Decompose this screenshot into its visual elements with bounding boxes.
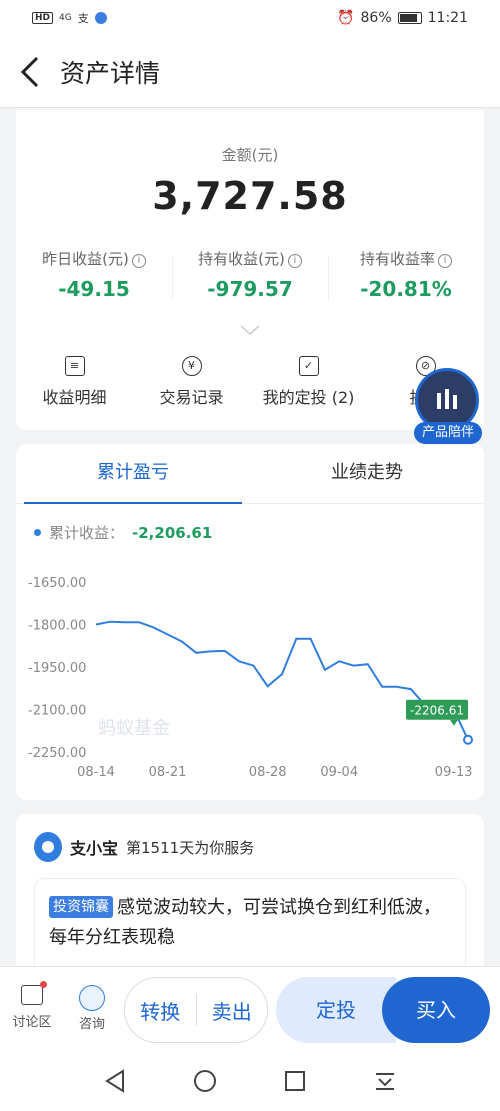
bottom-action-bar: 讨论区 咨询 转换 卖出 定投 买入 xyxy=(0,966,500,1056)
page-title: 资产详情 xyxy=(60,58,161,88)
chevron-left-icon xyxy=(20,56,39,87)
tab-cumulative-pnl[interactable]: 累计盈亏 xyxy=(16,444,250,504)
assistant-days: 第1511天为你服务 xyxy=(126,838,255,857)
stat-yesterday[interactable]: 昨日收益(元) i -49.15 xyxy=(16,248,172,308)
nav-recent-icon[interactable] xyxy=(275,1070,315,1098)
dingtou-button[interactable]: 定投 xyxy=(276,977,396,1043)
info-icon[interactable]: i xyxy=(131,254,146,268)
nav-back-icon[interactable] xyxy=(95,1068,135,1099)
buy-button[interactable]: 买入 xyxy=(382,977,490,1043)
stat-label: 持有收益率 i xyxy=(328,248,484,269)
stat-value: -979.57 xyxy=(207,277,293,301)
assistant-name: 支小宝 xyxy=(70,839,119,858)
action-label: 收益明细 xyxy=(42,388,107,407)
switch-button[interactable]: 转换 xyxy=(125,996,196,1025)
y-tick-label: -2250.00 xyxy=(28,746,86,761)
stat-label: 持有收益(元) i xyxy=(172,248,328,269)
stats-row: 昨日收益(元) i -49.15 持有收益(元) i -979.57 持有收益率 i … xyxy=(16,248,484,308)
discuss-label: 讨论区 xyxy=(12,1015,52,1030)
assistant-avatar-icon xyxy=(34,832,62,862)
legend-value: -2,206.61 xyxy=(132,523,213,542)
action-income-detail[interactable]: ≡ 收益明细 xyxy=(16,356,133,416)
stat-value: -20.81% xyxy=(360,277,452,301)
x-tick-label: 08-21 xyxy=(149,765,187,780)
chat-icon xyxy=(21,981,47,1005)
notification-dot xyxy=(40,981,47,988)
y-tick-label: -1650.00 xyxy=(28,576,86,591)
document-icon: ≡ xyxy=(64,356,85,376)
legend-label: 累计收益： xyxy=(49,524,125,542)
info-icon[interactable]: i xyxy=(287,254,302,268)
y-tick-label: -1800.00 xyxy=(28,619,86,634)
assistant-icon xyxy=(79,985,105,1011)
info-icon[interactable]: i xyxy=(438,254,452,268)
y-tick-label: -2100.00 xyxy=(28,704,86,719)
amount-value: 3,727.58 xyxy=(152,174,348,218)
consult-button[interactable]: 咨询 xyxy=(70,985,114,1032)
hd-icon: HD xyxy=(32,12,54,24)
battery-icon xyxy=(397,12,422,24)
alipay-icon: 支 xyxy=(77,12,89,25)
chart-tabs: 累计盈亏 业绩走势 xyxy=(16,444,484,504)
chevron-down-icon[interactable] xyxy=(238,320,262,336)
app-notification-icon xyxy=(94,12,107,24)
status-right: ⏰ 86% 11:21 xyxy=(337,10,468,26)
consult-label: 咨询 xyxy=(78,1017,105,1032)
clock: 11:21 xyxy=(427,10,468,26)
chart-card: 累计盈亏 业绩走势 累计收益： -2,206.61 -1650.00 -1800.… xyxy=(16,444,484,800)
end-label-pointer xyxy=(450,719,458,726)
cumulative-pnl-chart[interactable]: -1650.00 -1800.00 -1950.00 -2100.00 -2250.00… xyxy=(16,564,484,784)
header: 资产详情 xyxy=(0,36,500,108)
battery-percent: 86% xyxy=(360,10,392,26)
x-tick-label: 08-28 xyxy=(249,765,287,780)
tab-performance-trend[interactable]: 业绩走势 xyxy=(250,444,484,503)
status-left: HD 4G 支 xyxy=(32,10,107,26)
action-trade-record[interactable]: ¥ 交易记录 xyxy=(133,356,250,416)
stat-label-text: 持有收益率 xyxy=(359,250,435,268)
end-label-text: -2206.61 xyxy=(410,704,464,718)
stat-holding[interactable]: 持有收益(元) i -979.57 xyxy=(172,248,328,308)
x-tick-label: 09-04 xyxy=(320,765,358,780)
assistant-head: 支小宝 第1511天为你服务 xyxy=(34,832,254,862)
discuss-button[interactable]: 讨论区 xyxy=(10,981,54,1030)
system-nav-bar xyxy=(0,1056,500,1111)
status-bar: HD 4G 支 ⏰ 86% 11:21 xyxy=(0,0,500,36)
x-tick-label: 08-14 xyxy=(77,765,115,780)
x-tick-label: 09-13 xyxy=(435,765,473,780)
product-companion-badge[interactable]: 产品陪伴 xyxy=(412,368,482,446)
stat-label: 昨日收益(元) i xyxy=(16,248,172,269)
legend-dot xyxy=(34,529,41,536)
product-companion-label: 产品陪伴 xyxy=(414,422,482,444)
stat-holding-rate[interactable]: 持有收益率 i -20.81% xyxy=(328,248,484,308)
action-label: 我的定投 (2) xyxy=(262,388,355,407)
calendar-icon: ✓ xyxy=(298,356,319,376)
nav-notification-icon[interactable] xyxy=(365,1070,405,1098)
action-my-dingtou[interactable]: ✓ 我的定投 (2) xyxy=(250,356,367,416)
yen-icon: ¥ xyxy=(181,356,202,376)
action-label: 交易记录 xyxy=(159,388,224,407)
alarm-icon: ⏰ xyxy=(337,10,355,26)
chart-legend: 累计收益： -2,206.61 xyxy=(34,522,212,543)
switch-sell-group: 转换 卖出 xyxy=(124,977,268,1043)
sell-button[interactable]: 卖出 xyxy=(197,996,268,1025)
stat-value: -49.15 xyxy=(58,277,130,301)
amount-label: 金额(元) xyxy=(221,146,279,164)
end-point xyxy=(463,734,473,745)
signal-icon: 4G xyxy=(59,13,72,23)
stat-label-text: 持有收益(元) xyxy=(198,250,285,268)
back-button[interactable] xyxy=(0,36,60,108)
assistant-card: 支小宝 第1511天为你服务 投资锦囊 感觉波动较大，可尝试换仓到红利低波，每年分… xyxy=(16,814,484,988)
y-tick-label: -1950.00 xyxy=(28,661,86,676)
nav-home-icon[interactable] xyxy=(185,1069,225,1099)
stat-label-text: 昨日收益(元) xyxy=(42,250,129,268)
chart-watermark: 蚂蚁基金 xyxy=(98,718,170,739)
tip-tag: 投资锦囊 xyxy=(49,896,113,918)
